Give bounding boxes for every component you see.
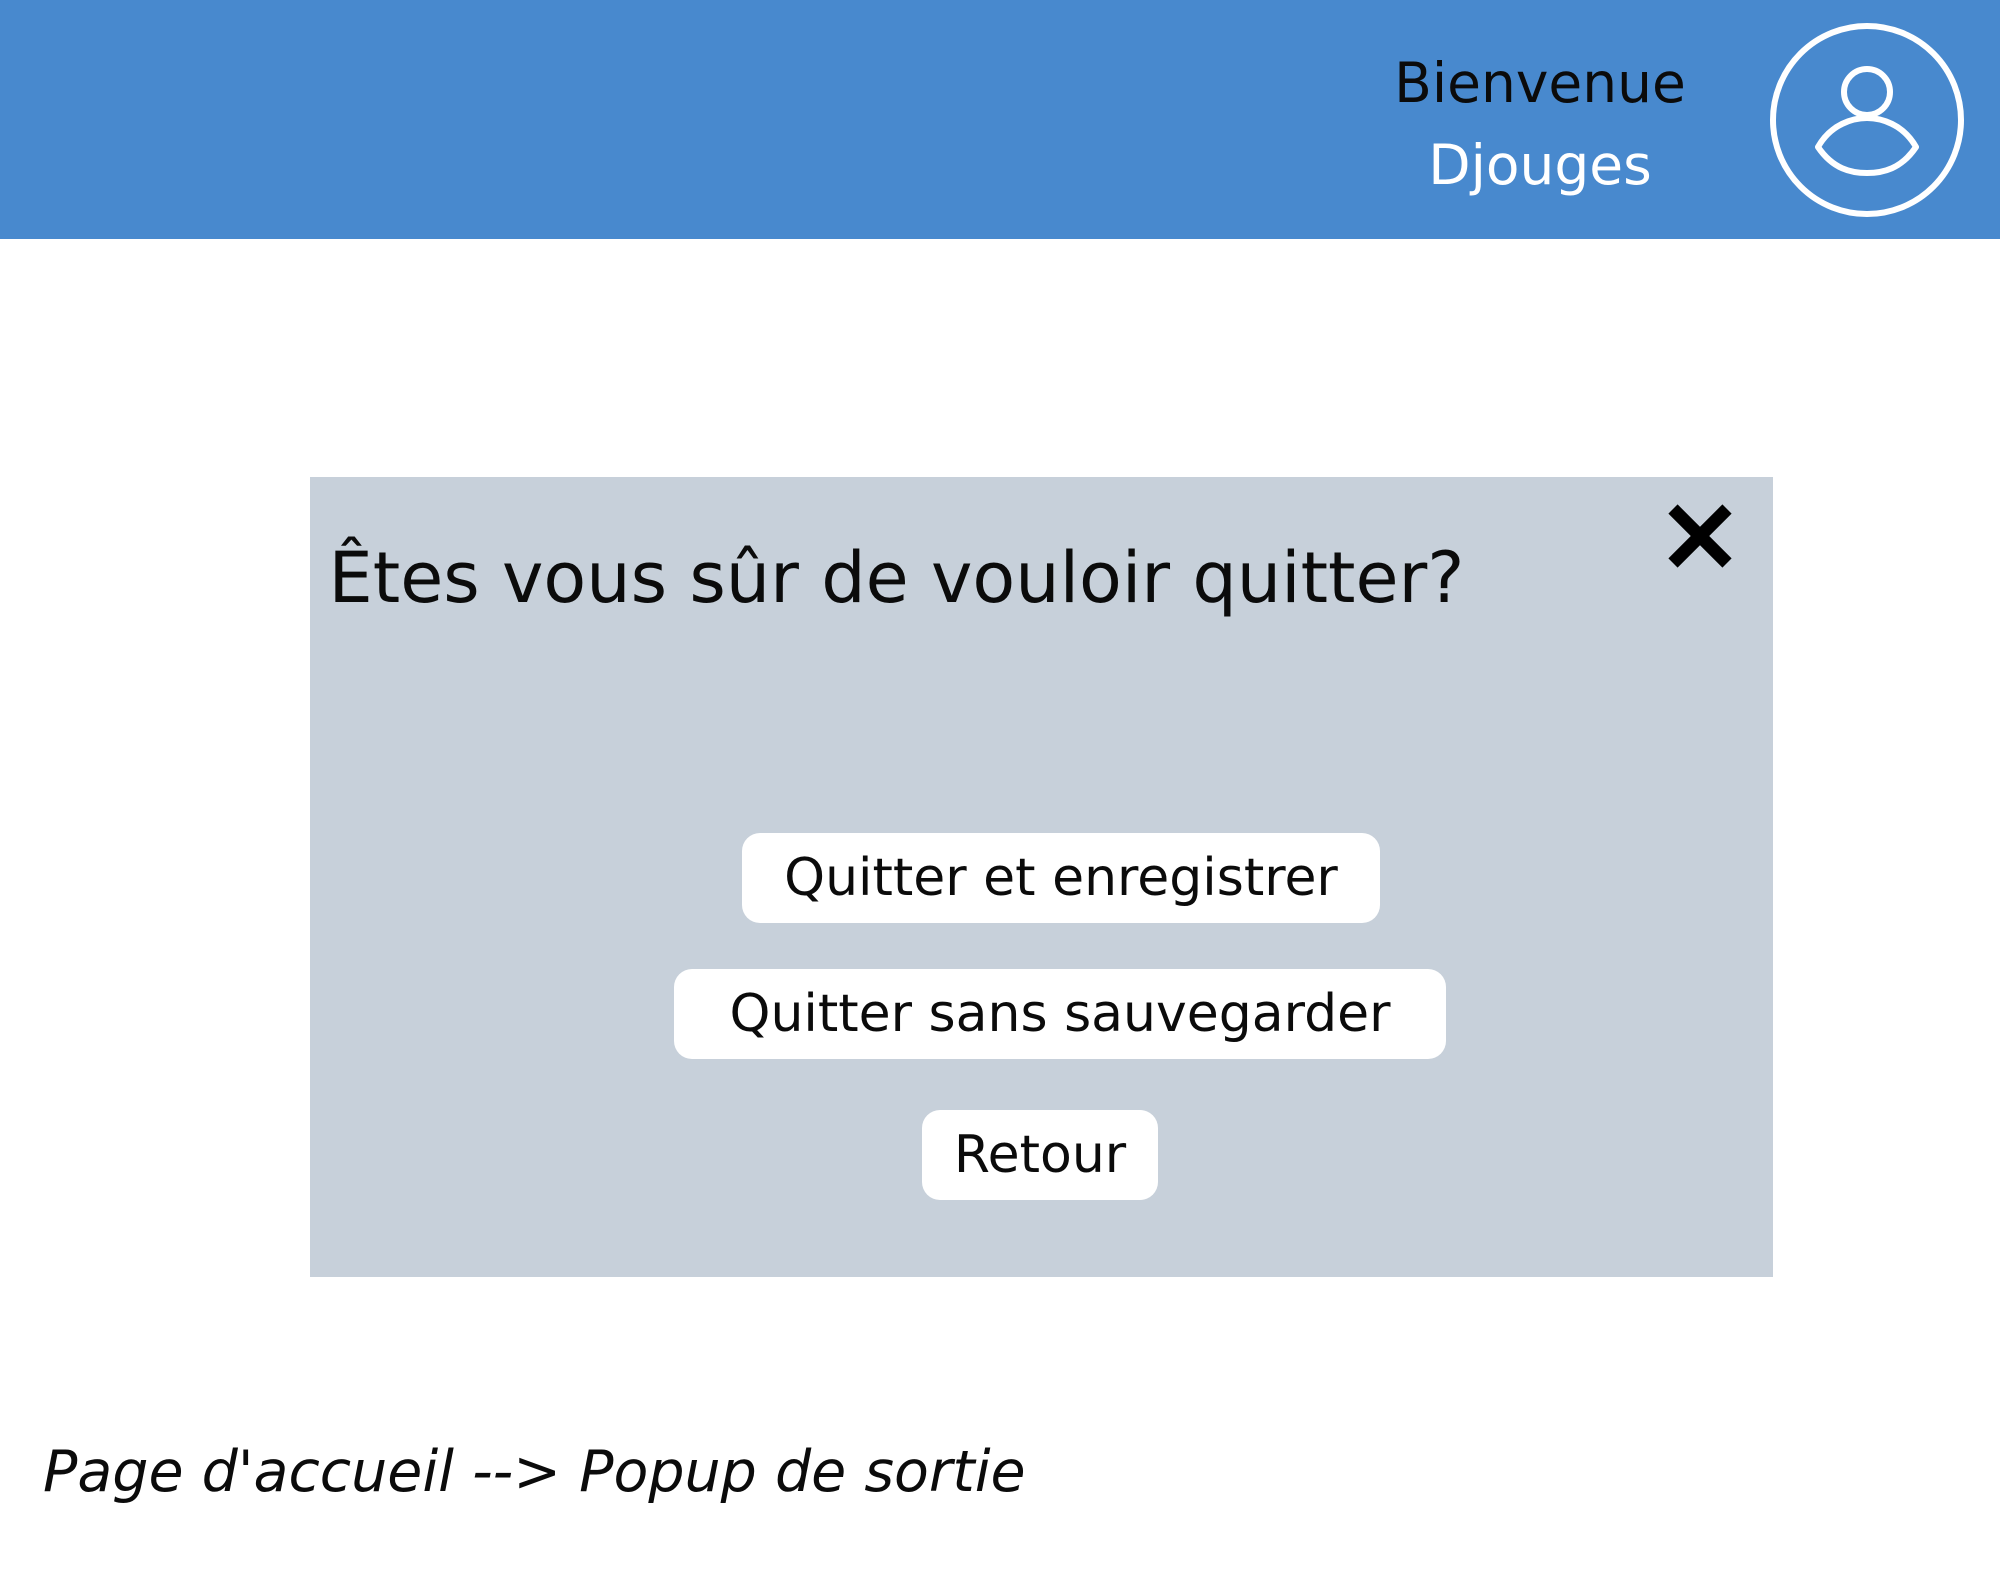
- save-and-quit-button[interactable]: Quitter et enregistrer: [742, 833, 1380, 923]
- back-button[interactable]: Retour: [922, 1110, 1158, 1200]
- welcome-greeting: Bienvenue: [1394, 51, 1686, 115]
- close-icon[interactable]: [1663, 499, 1737, 573]
- flow-caption: Page d'accueil --> Popup de sortie: [43, 1439, 1026, 1505]
- popup-title: Êtes vous sûr de vouloir quitter?: [328, 537, 1465, 619]
- quit-without-saving-button[interactable]: Quitter sans sauvegarder: [674, 969, 1446, 1059]
- welcome-username: Djouges: [1428, 133, 1652, 197]
- top-header: Bienvenue Djouges: [0, 0, 2000, 239]
- user-avatar-icon[interactable]: [1767, 20, 1967, 220]
